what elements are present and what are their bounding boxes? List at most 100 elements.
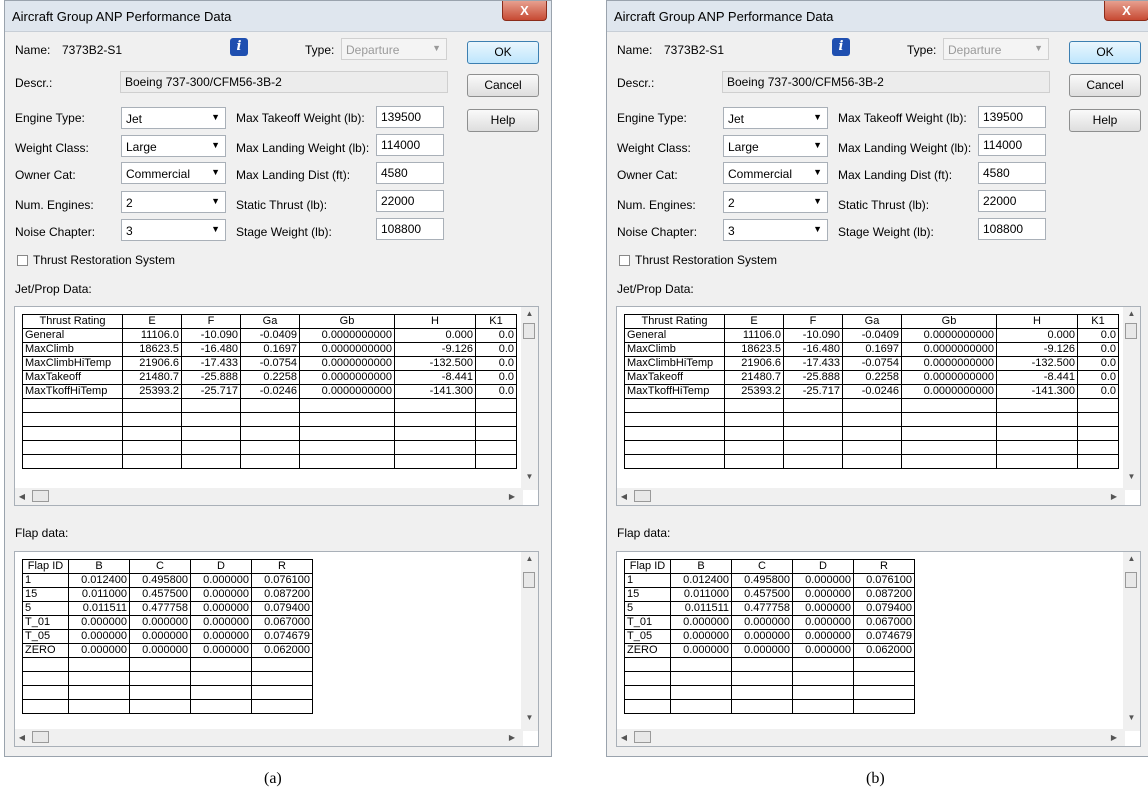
table-cell[interactable]	[624, 699, 671, 714]
table-cell[interactable]: 0.000000	[190, 643, 252, 658]
table-cell[interactable]: -0.0754	[842, 356, 902, 371]
info-icon[interactable]: i	[832, 38, 850, 56]
table-cell[interactable]: -141.300	[394, 384, 476, 399]
table-cell[interactable]: 11106.0	[724, 328, 784, 343]
table-row[interactable]	[22, 440, 517, 455]
table-cell[interactable]	[996, 412, 1078, 427]
table-cell[interactable]	[724, 454, 784, 469]
table-cell[interactable]: 0.000000	[792, 573, 854, 588]
thrust-table-panel[interactable]: Thrust Rating E F Ga Gb H K1 General 11106.0 -10…	[616, 306, 1141, 506]
table-cell[interactable]	[299, 398, 395, 413]
table-cell[interactable]	[68, 699, 130, 714]
scroll-right-arrow-icon[interactable]: ▶	[505, 488, 519, 505]
table-cell[interactable]	[842, 440, 902, 455]
table-row[interactable]: T_05 0.000000 0.000000 0.000000 0.074679	[624, 629, 915, 644]
column-header[interactable]: F	[783, 314, 843, 329]
table-cell[interactable]: T_01	[22, 615, 69, 630]
column-header[interactable]: B	[670, 559, 732, 574]
table-cell[interactable]: General	[22, 328, 123, 343]
table-row[interactable]: ZERO 0.000000 0.000000 0.000000 0.062000	[22, 643, 313, 658]
table-row[interactable]	[624, 657, 915, 672]
table-row[interactable]: MaxTakeoff 21480.7 -25.888 0.2258 0.00000000…	[624, 370, 1119, 385]
static-thrust-field[interactable]: 22000	[978, 190, 1046, 212]
scroll-thumb[interactable]	[1125, 572, 1137, 588]
table-cell[interactable]	[1077, 398, 1119, 413]
table-cell[interactable]	[624, 685, 671, 700]
table-cell[interactable]: 21906.6	[122, 356, 182, 371]
table-row[interactable]: MaxClimbHiTemp 21906.6 -17.433 -0.0754 0.000…	[624, 356, 1119, 371]
table-cell[interactable]: 0.076100	[853, 573, 915, 588]
column-header[interactable]: K1	[475, 314, 517, 329]
max-takeoff-weight-field[interactable]: 139500	[376, 106, 444, 128]
table-cell[interactable]: -132.500	[394, 356, 476, 371]
stage-weight-field[interactable]: 108800	[376, 218, 444, 240]
table-cell[interactable]	[122, 440, 182, 455]
table-cell[interactable]: 21480.7	[122, 370, 182, 385]
table-cell[interactable]	[670, 699, 732, 714]
table-cell[interactable]: 11106.0	[122, 328, 182, 343]
table-cell[interactable]: -17.433	[181, 356, 241, 371]
table-cell[interactable]: 0.000000	[731, 643, 793, 658]
table-row[interactable]: 15 0.011000 0.457500 0.000000 0.087200	[624, 587, 915, 602]
column-header[interactable]: C	[731, 559, 793, 574]
column-header[interactable]: R	[853, 559, 915, 574]
table-cell[interactable]	[394, 398, 476, 413]
max-takeoff-weight-field[interactable]: 139500	[978, 106, 1046, 128]
table-row[interactable]	[624, 454, 1119, 469]
table-cell[interactable]: 25393.2	[724, 384, 784, 399]
scroll-thumb[interactable]	[523, 572, 535, 588]
table-cell[interactable]	[996, 398, 1078, 413]
table-cell[interactable]	[299, 440, 395, 455]
table-row[interactable]: 1 0.012400 0.495800 0.000000 0.076100	[22, 573, 313, 588]
table-cell[interactable]: -25.888	[783, 370, 843, 385]
scroll-thumb[interactable]	[634, 731, 651, 743]
table-cell[interactable]	[853, 685, 915, 700]
column-header[interactable]: H	[394, 314, 476, 329]
table-cell[interactable]: -25.888	[181, 370, 241, 385]
table-cell[interactable]: 0.000000	[190, 601, 252, 616]
table-cell[interactable]	[853, 699, 915, 714]
table-cell[interactable]: 0.000000	[731, 629, 793, 644]
ok-button[interactable]: OK	[467, 41, 539, 64]
table-cell[interactable]: 0.079400	[853, 601, 915, 616]
table-cell[interactable]	[792, 671, 854, 686]
table-cell[interactable]: 0.087200	[251, 587, 313, 602]
weight-class-select[interactable]: Large ▼	[723, 135, 828, 157]
table-cell[interactable]	[181, 412, 241, 427]
table-cell[interactable]	[724, 440, 784, 455]
table-cell[interactable]: 0.000	[394, 328, 476, 343]
column-header[interactable]: D	[792, 559, 854, 574]
table-cell[interactable]	[475, 398, 517, 413]
table-cell[interactable]: -132.500	[996, 356, 1078, 371]
table-cell[interactable]	[240, 426, 300, 441]
table-cell[interactable]: -16.480	[783, 342, 843, 357]
table-cell[interactable]	[394, 412, 476, 427]
table-cell[interactable]: MaxClimb	[22, 342, 123, 357]
table-cell[interactable]: 0.000000	[792, 601, 854, 616]
table-cell[interactable]: MaxClimbHiTemp	[22, 356, 123, 371]
table-cell[interactable]	[731, 699, 793, 714]
table-cell[interactable]: 0.000000	[129, 615, 191, 630]
table-cell[interactable]: 0.087200	[853, 587, 915, 602]
table-cell[interactable]: 0.0	[1077, 356, 1119, 371]
table-cell[interactable]: 21906.6	[724, 356, 784, 371]
help-button[interactable]: Help	[467, 109, 539, 132]
column-header[interactable]: C	[129, 559, 191, 574]
table-row[interactable]: MaxClimb 18623.5 -16.480 0.1697 0.0000000000…	[624, 342, 1119, 357]
scroll-down-arrow-icon[interactable]: ▼	[521, 711, 538, 725]
table-cell[interactable]	[724, 412, 784, 427]
table-cell[interactable]: 0.000000	[129, 643, 191, 658]
table-cell[interactable]	[853, 657, 915, 672]
thrust-table-vscroll[interactable]: ▲ ▼	[521, 307, 538, 490]
table-cell[interactable]: 0.495800	[731, 573, 793, 588]
table-row[interactable]: T_01 0.000000 0.000000 0.000000 0.067000	[624, 615, 915, 630]
scroll-right-arrow-icon[interactable]: ▶	[1107, 488, 1121, 505]
table-cell[interactable]: 0.0	[1077, 342, 1119, 357]
scroll-left-arrow-icon[interactable]: ◀	[617, 488, 631, 505]
engine-type-select[interactable]: Jet ▼	[723, 107, 828, 129]
table-row[interactable]	[22, 657, 313, 672]
table-cell[interactable]	[1077, 440, 1119, 455]
table-cell[interactable]	[299, 454, 395, 469]
table-cell[interactable]	[783, 412, 843, 427]
column-header[interactable]: Thrust Rating	[624, 314, 725, 329]
